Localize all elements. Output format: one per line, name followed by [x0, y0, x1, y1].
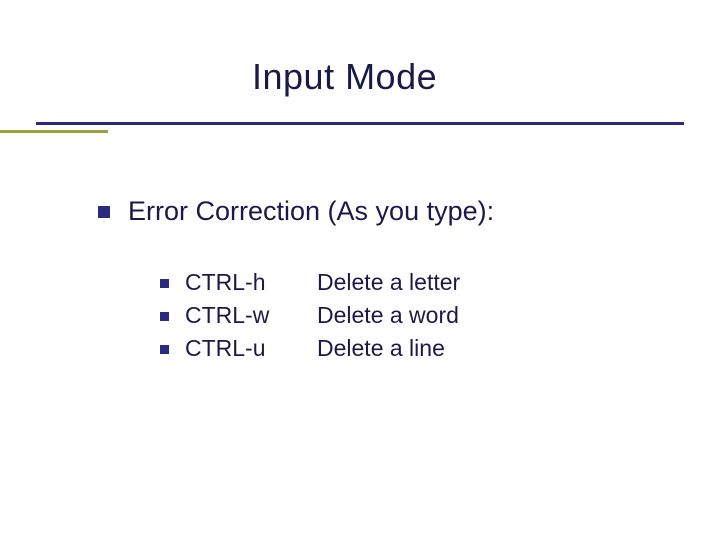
- bullet-level1: Error Correction (As you type):: [98, 196, 680, 227]
- shortcut-desc: Delete a letter: [317, 269, 460, 296]
- title-underline-long: [36, 122, 684, 125]
- shortcut-key: CTRL-h: [185, 269, 317, 296]
- shortcut-desc: Delete a line: [317, 335, 445, 362]
- shortcut-list: CTRL-h Delete a letter CTRL-w Delete a w…: [160, 269, 680, 362]
- list-item: CTRL-u Delete a line: [160, 335, 680, 362]
- square-bullet-icon: [160, 312, 169, 321]
- square-bullet-icon: [98, 206, 110, 218]
- slide: Input Mode Error Correction (As you type…: [0, 0, 720, 540]
- square-bullet-icon: [160, 345, 169, 354]
- title-underline-short: [0, 130, 108, 133]
- square-bullet-icon: [160, 279, 169, 288]
- list-item: CTRL-h Delete a letter: [160, 269, 680, 296]
- slide-title: Input Mode: [252, 56, 720, 98]
- list-item: CTRL-w Delete a word: [160, 302, 680, 329]
- title-area: Input Mode: [0, 0, 720, 98]
- shortcut-desc: Delete a word: [317, 302, 459, 329]
- section-heading: Error Correction (As you type):: [128, 196, 494, 227]
- shortcut-key: CTRL-u: [185, 335, 317, 362]
- shortcut-key: CTRL-w: [185, 302, 317, 329]
- slide-body: Error Correction (As you type): CTRL-h D…: [98, 196, 680, 368]
